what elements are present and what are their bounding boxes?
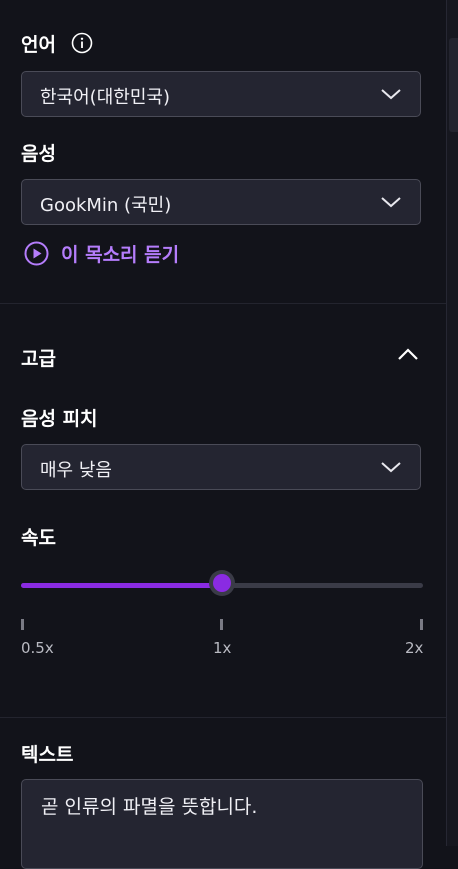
side-tab[interactable] [449, 38, 458, 132]
section-divider [0, 303, 446, 304]
speed-tick-label: 2x [405, 639, 424, 657]
voice-select-value: GookMin (국민) [40, 195, 172, 216]
text-input-value: 곧 인류의 파멸을 뜻합니다. [41, 796, 258, 818]
side-scroll-strip [446, 0, 458, 846]
speed-label: 속도 [21, 527, 56, 549]
pitch-label: 음성 피치 [21, 408, 98, 430]
section-divider [0, 717, 446, 718]
chevron-down-icon [381, 197, 401, 208]
settings-panel: 언어 한국어(대한민국) 음성 GookMin (국민) 이 목소리 듣기 고급… [0, 0, 446, 869]
speed-slider-fill [21, 583, 222, 588]
speed-tick [420, 619, 423, 630]
advanced-title: 고급 [21, 348, 56, 370]
preview-voice-button[interactable]: 이 목소리 듣기 [24, 240, 179, 266]
voice-label: 음성 [21, 143, 56, 165]
language-select[interactable]: 한국어(대한민국) [21, 71, 421, 117]
speed-tick [21, 619, 24, 630]
pitch-select[interactable]: 매우 낮음 [21, 444, 421, 490]
speed-tick [220, 619, 223, 630]
pitch-select-value: 매우 낮음 [40, 460, 112, 481]
preview-voice-label: 이 목소리 듣기 [61, 243, 180, 266]
speed-tick-label: 0.5x [21, 639, 54, 657]
language-label: 언어 [21, 34, 56, 56]
chevron-down-icon [381, 89, 401, 100]
chevron-up-icon[interactable] [396, 345, 420, 363]
chevron-down-icon [381, 462, 401, 473]
info-icon[interactable] [71, 32, 93, 54]
voice-select[interactable]: GookMin (국민) [21, 179, 421, 225]
text-input[interactable]: 곧 인류의 파멸을 뜻합니다. [21, 779, 423, 869]
text-label: 텍스트 [21, 744, 74, 766]
language-select-value: 한국어(대한민국) [40, 87, 170, 108]
speed-slider[interactable] [21, 570, 423, 596]
play-circle-icon [24, 241, 49, 265]
speed-tick-label: 1x [213, 639, 232, 657]
speed-slider-thumb[interactable] [209, 570, 235, 596]
